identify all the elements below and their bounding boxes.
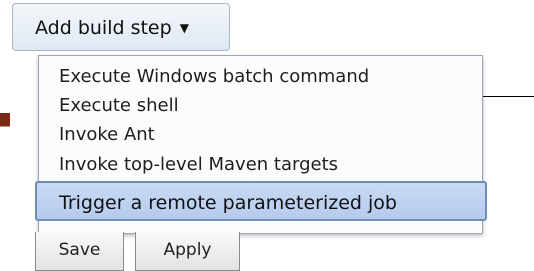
build-step-dropdown: Execute Windows batch command Execute sh… [35, 55, 487, 234]
save-button[interactable]: Save [35, 232, 124, 271]
menu-item-execute-shell[interactable]: Execute shell [39, 93, 482, 119]
apply-button[interactable]: Apply [135, 232, 240, 271]
background-mark [0, 62, 10, 232]
background-divider [480, 96, 534, 97]
menu-item-windows-batch[interactable]: Execute Windows batch command [39, 64, 482, 90]
add-build-step-button[interactable]: Add build step ▼ [12, 3, 230, 51]
menu-item-trigger-remote-job[interactable]: Trigger a remote parameterized job [35, 181, 487, 221]
menu-item-invoke-ant[interactable]: Invoke Ant [39, 122, 482, 148]
menu-item-maven-targets[interactable]: Invoke top-level Maven targets [39, 152, 482, 178]
add-build-step-label: Add build step [35, 17, 172, 39]
chevron-down-icon: ▼ [179, 21, 189, 35]
